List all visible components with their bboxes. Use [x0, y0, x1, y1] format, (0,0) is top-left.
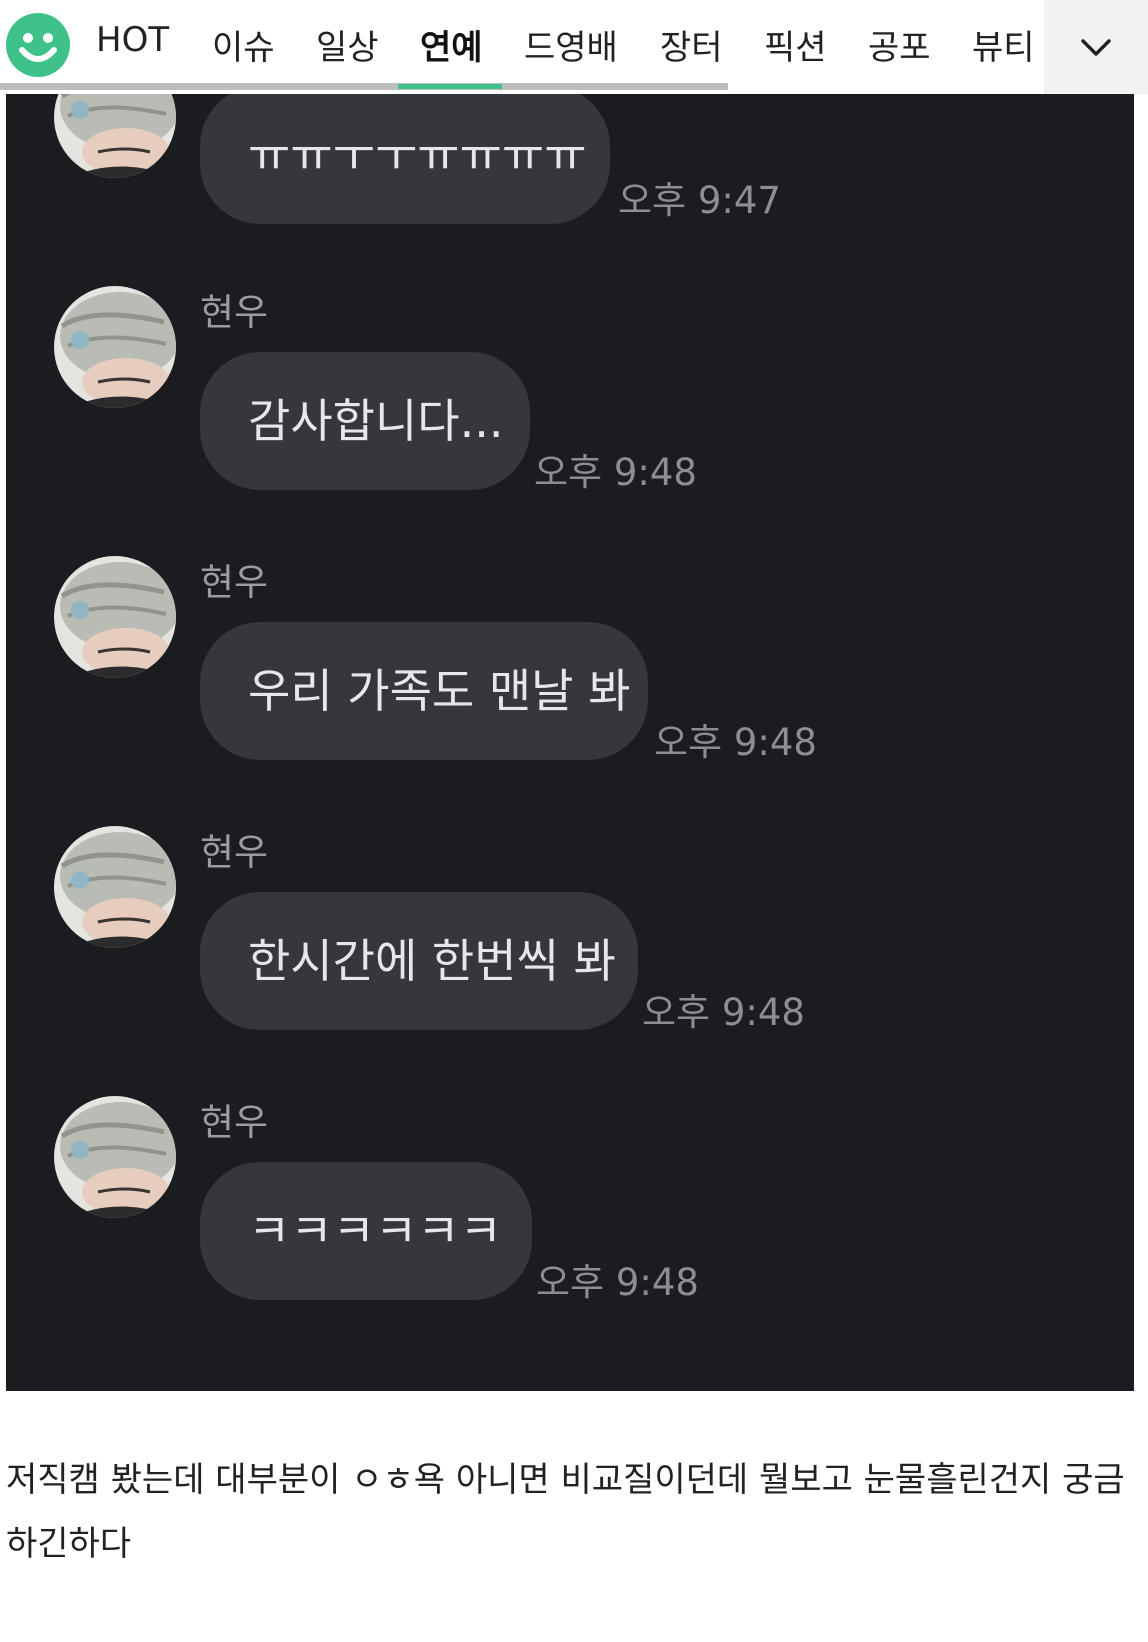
message-time: 오후 9:48: [654, 721, 817, 764]
chat-bubble: ㅠㅠㅜㅜㅠㅠㅠㅠ: [200, 94, 610, 224]
tab-issue[interactable]: 이슈: [212, 20, 275, 69]
active-tab-indicator: [398, 84, 502, 89]
chevron-down-icon: [1081, 39, 1111, 56]
tab-hot[interactable]: HOT: [96, 20, 169, 60]
tab-market[interactable]: 장터: [660, 20, 723, 69]
avatar: [54, 556, 176, 678]
sender-name: 현우: [200, 291, 269, 334]
chat-bubble: ㅋㅋㅋㅋㅋㅋ: [200, 1162, 532, 1300]
tabs-scrollbar[interactable]: [0, 83, 728, 90]
tab-daily[interactable]: 일상: [316, 20, 379, 69]
avatar: [54, 286, 176, 408]
post-caption: 저직캠 봤는데 대부분이 ㅇㅎ욕 아니면 비교질이던데 뭘보고 눈물흘린건지 궁…: [6, 1460, 1125, 1564]
chat-bubble: 감사합니다...: [200, 352, 530, 490]
message-time: 오후 9:47: [618, 179, 781, 222]
more-categories-button[interactable]: [1044, 0, 1148, 94]
chat-screenshot: ㅠㅠㅜㅜㅠㅠㅠㅠ 오후 9:47 현우 감사합니다... 오후 9:48 현우 …: [6, 94, 1134, 1391]
tab-beauty[interactable]: 뷰티: [972, 20, 1035, 69]
top-navigation-bar: HOT 이슈 일상 연예 드영배 장터 픽션 공포 뷰티: [0, 0, 1148, 94]
sender-name: 현우: [200, 831, 269, 874]
message-time: 오후 9:48: [534, 451, 697, 494]
avatar: [54, 826, 176, 948]
tab-horror[interactable]: 공포: [868, 20, 931, 69]
tab-drama-movie-actor[interactable]: 드영배: [524, 20, 618, 69]
chat-bubble: 우리 가족도 맨날 봐: [200, 622, 648, 760]
tab-fiction[interactable]: 픽션: [764, 20, 827, 69]
message-time: 오후 9:48: [642, 991, 805, 1034]
message-time: 오후 9:48: [536, 1261, 699, 1304]
sender-name: 현우: [200, 1101, 269, 1144]
avatar: [54, 94, 176, 178]
tab-entertainment[interactable]: 연예: [420, 20, 483, 69]
sender-name: 현우: [200, 561, 269, 604]
avatar: [54, 1096, 176, 1218]
chat-bubble: 한시간에 한번씩 봐: [200, 892, 638, 1030]
smiley-face-icon[interactable]: [6, 13, 70, 77]
category-tabs: HOT 이슈 일상 연예 드영배 장터 픽션 공포 뷰티: [96, 0, 1036, 84]
